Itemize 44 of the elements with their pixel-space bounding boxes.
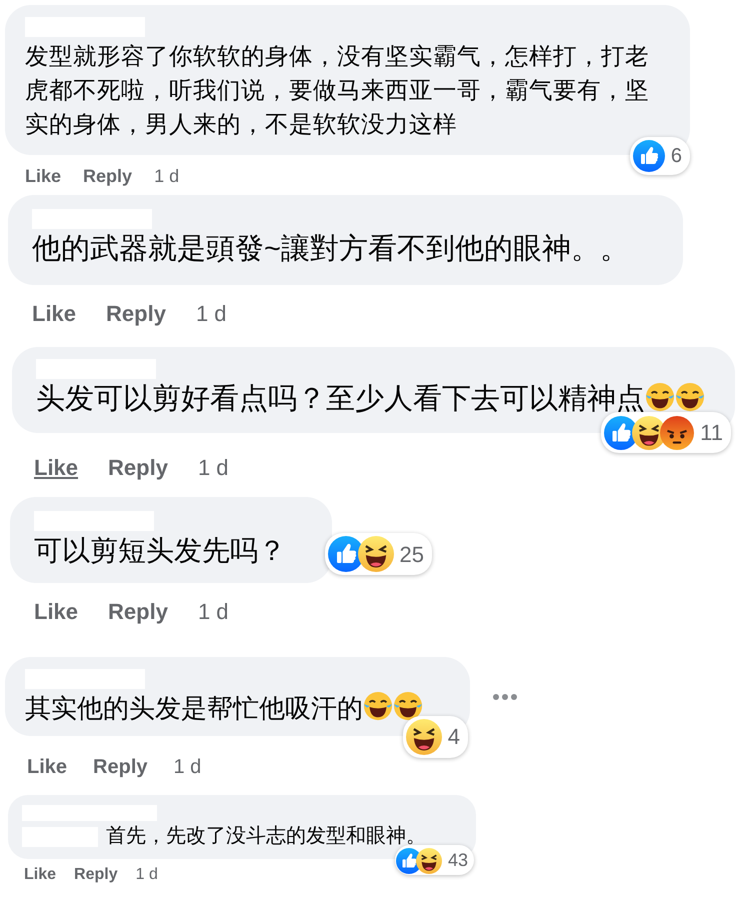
timestamp[interactable]: 1 d <box>198 450 229 484</box>
timestamp[interactable]: 1 d <box>196 296 227 330</box>
like-link[interactable]: Like <box>25 163 62 190</box>
timestamp[interactable]: 1 d <box>198 595 229 628</box>
reply-link[interactable]: Reply <box>93 752 148 782</box>
tears-of-joy-icon <box>675 382 705 412</box>
reaction-number: 43 <box>448 850 468 870</box>
tears-of-joy-icon <box>393 691 423 721</box>
reaction-count[interactable]: 43 <box>394 845 474 875</box>
like-link[interactable]: Like <box>24 863 56 887</box>
reaction-count[interactable]: 4 <box>402 716 468 758</box>
laughing-face-icon <box>416 848 442 874</box>
comment-text: 他的武器就是頭發~讓對方看不到他的眼神。。 <box>32 233 629 265</box>
reply-link[interactable]: Reply <box>74 863 118 887</box>
reaction-number: 25 <box>400 542 424 567</box>
comment-text: 首先，先改了没斗志的发型和眼神。 <box>106 825 426 847</box>
like-link[interactable]: Like <box>34 595 78 628</box>
reaction-count[interactable]: 11 <box>601 412 731 453</box>
laughing-face-icon <box>406 718 442 755</box>
thumbs-up-icon <box>632 140 665 172</box>
tears-of-joy-icon <box>363 691 393 721</box>
reaction-number: 6 <box>670 145 682 167</box>
reaction-number: 4 <box>448 724 460 750</box>
reply-link[interactable]: Reply <box>108 450 168 484</box>
reply-link[interactable]: Reply <box>106 296 166 330</box>
comment-text: 发型就形容了你软软的身体，没有坚实霸气，怎样打，打老虎都不死啦，听我们说，要做马来西亚一哥，霸气要有，坚实的身体，男人来的，不是软软没力这样 <box>25 43 649 137</box>
angry-face-icon <box>660 416 694 450</box>
reaction-count[interactable]: 6 <box>630 137 690 175</box>
comment-text: 可以剪短头发先吗？ <box>34 535 286 566</box>
reply-link[interactable]: Reply <box>83 163 132 190</box>
reaction-number: 11 <box>700 420 723 446</box>
comment-text: 其实他的头发是帮忙他吸汗的 <box>25 693 363 723</box>
laughing-face-icon <box>358 536 394 572</box>
timestamp[interactable]: 1 d <box>154 163 180 190</box>
thumbs-up-icon <box>328 536 364 572</box>
reaction-count[interactable]: 25 <box>324 533 432 576</box>
more-icon[interactable] <box>492 693 518 701</box>
like-link[interactable]: Like <box>32 296 76 330</box>
timestamp[interactable]: 1 d <box>136 863 158 887</box>
reply-link[interactable]: Reply <box>108 595 168 628</box>
timestamp[interactable]: 1 d <box>174 752 202 782</box>
like-link[interactable]: Like <box>34 450 78 484</box>
tears-of-joy-icon <box>645 382 675 412</box>
like-link[interactable]: Like <box>27 752 68 782</box>
